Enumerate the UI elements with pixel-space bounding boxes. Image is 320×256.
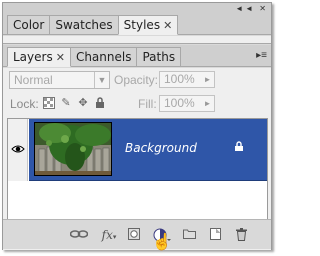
tab-channels-label: Channels <box>75 50 132 64</box>
panel-controls[interactable]: ◄◄ ✕ <box>235 4 268 13</box>
chevron-right-icon[interactable]: ► <box>201 96 214 111</box>
eye-icon[interactable] <box>11 143 25 157</box>
lock-transparency-icon[interactable] <box>43 97 55 109</box>
lock-icon <box>234 141 244 155</box>
layer-name[interactable]: Background <box>125 141 197 155</box>
hand-cursor-icon: ☝ <box>152 234 172 251</box>
tabs-group1: Color Swatches Styles ✕ <box>7 15 179 35</box>
tab-layers[interactable]: Layers ✕ <box>7 47 71 67</box>
tab-channels[interactable]: Channels <box>69 47 138 66</box>
opacity-value: 100% <box>164 72 195 86</box>
tab-paths[interactable]: Paths <box>136 47 182 66</box>
layers-bottom-toolbar: fx▾ <box>3 219 271 249</box>
collapsed-styles-body <box>3 36 271 44</box>
layers-panel-window: ◄◄ ✕ Color Swatches Styles ✕ Layers ✕ Chan… <box>2 2 272 250</box>
opacity-field[interactable]: 100% ► <box>159 71 215 88</box>
chevron-down-icon: ▼ <box>94 72 109 88</box>
layers-list: Background <box>7 118 268 220</box>
fx-label: fx <box>101 228 113 242</box>
tab-paths-label: Paths <box>142 50 176 64</box>
tab-styles-label: Styles <box>123 18 161 32</box>
close-icon[interactable]: ✕ <box>56 51 65 64</box>
chevron-right-icon[interactable]: ► <box>201 72 214 87</box>
tab-color-label: Color <box>13 18 45 32</box>
lock-all-icon[interactable] <box>94 97 106 109</box>
link-layers-icon[interactable] <box>69 228 89 242</box>
lock-position-icon[interactable]: ✥ <box>77 97 89 109</box>
new-layer-icon[interactable] <box>208 228 222 242</box>
layer-row-background[interactable]: Background <box>29 119 267 181</box>
fill-field[interactable]: 100% ► <box>159 95 215 112</box>
blend-mode-value: Normal <box>14 73 53 87</box>
tab-styles[interactable]: Styles ✕ <box>117 15 179 35</box>
tab-layers-label: Layers <box>13 50 53 64</box>
tab-color[interactable]: Color <box>7 15 51 34</box>
lock-label: Lock: <box>10 97 39 111</box>
fill-value: 100% <box>164 96 195 110</box>
tab-swatches-label: Swatches <box>55 18 113 32</box>
layer-style-icon[interactable]: fx▾ <box>99 228 119 242</box>
layer-mask-icon[interactable] <box>127 228 141 242</box>
tabs-group2: Layers ✕ Channels Paths <box>7 47 182 67</box>
opacity-label: Opacity: <box>114 73 159 87</box>
layer-thumbnail <box>34 122 112 176</box>
delete-layer-icon[interactable] <box>234 228 248 242</box>
panel-menu-icon[interactable]: ▸≡ <box>256 50 267 61</box>
panel-group-layers: Layers ✕ Channels Paths ▸≡ <box>3 45 271 67</box>
panel-group-color: ◄◄ ✕ Color Swatches Styles ✕ <box>3 3 271 35</box>
tab-swatches[interactable]: Swatches <box>49 15 119 34</box>
close-icon[interactable]: ✕ <box>163 19 172 32</box>
blend-mode-select[interactable]: Normal ▼ <box>9 71 110 89</box>
visibility-toggle[interactable] <box>8 119 28 181</box>
fill-label: Fill: <box>138 97 157 111</box>
new-group-icon[interactable] <box>182 228 196 242</box>
lock-image-pixels-icon[interactable]: ✎ <box>60 97 72 109</box>
